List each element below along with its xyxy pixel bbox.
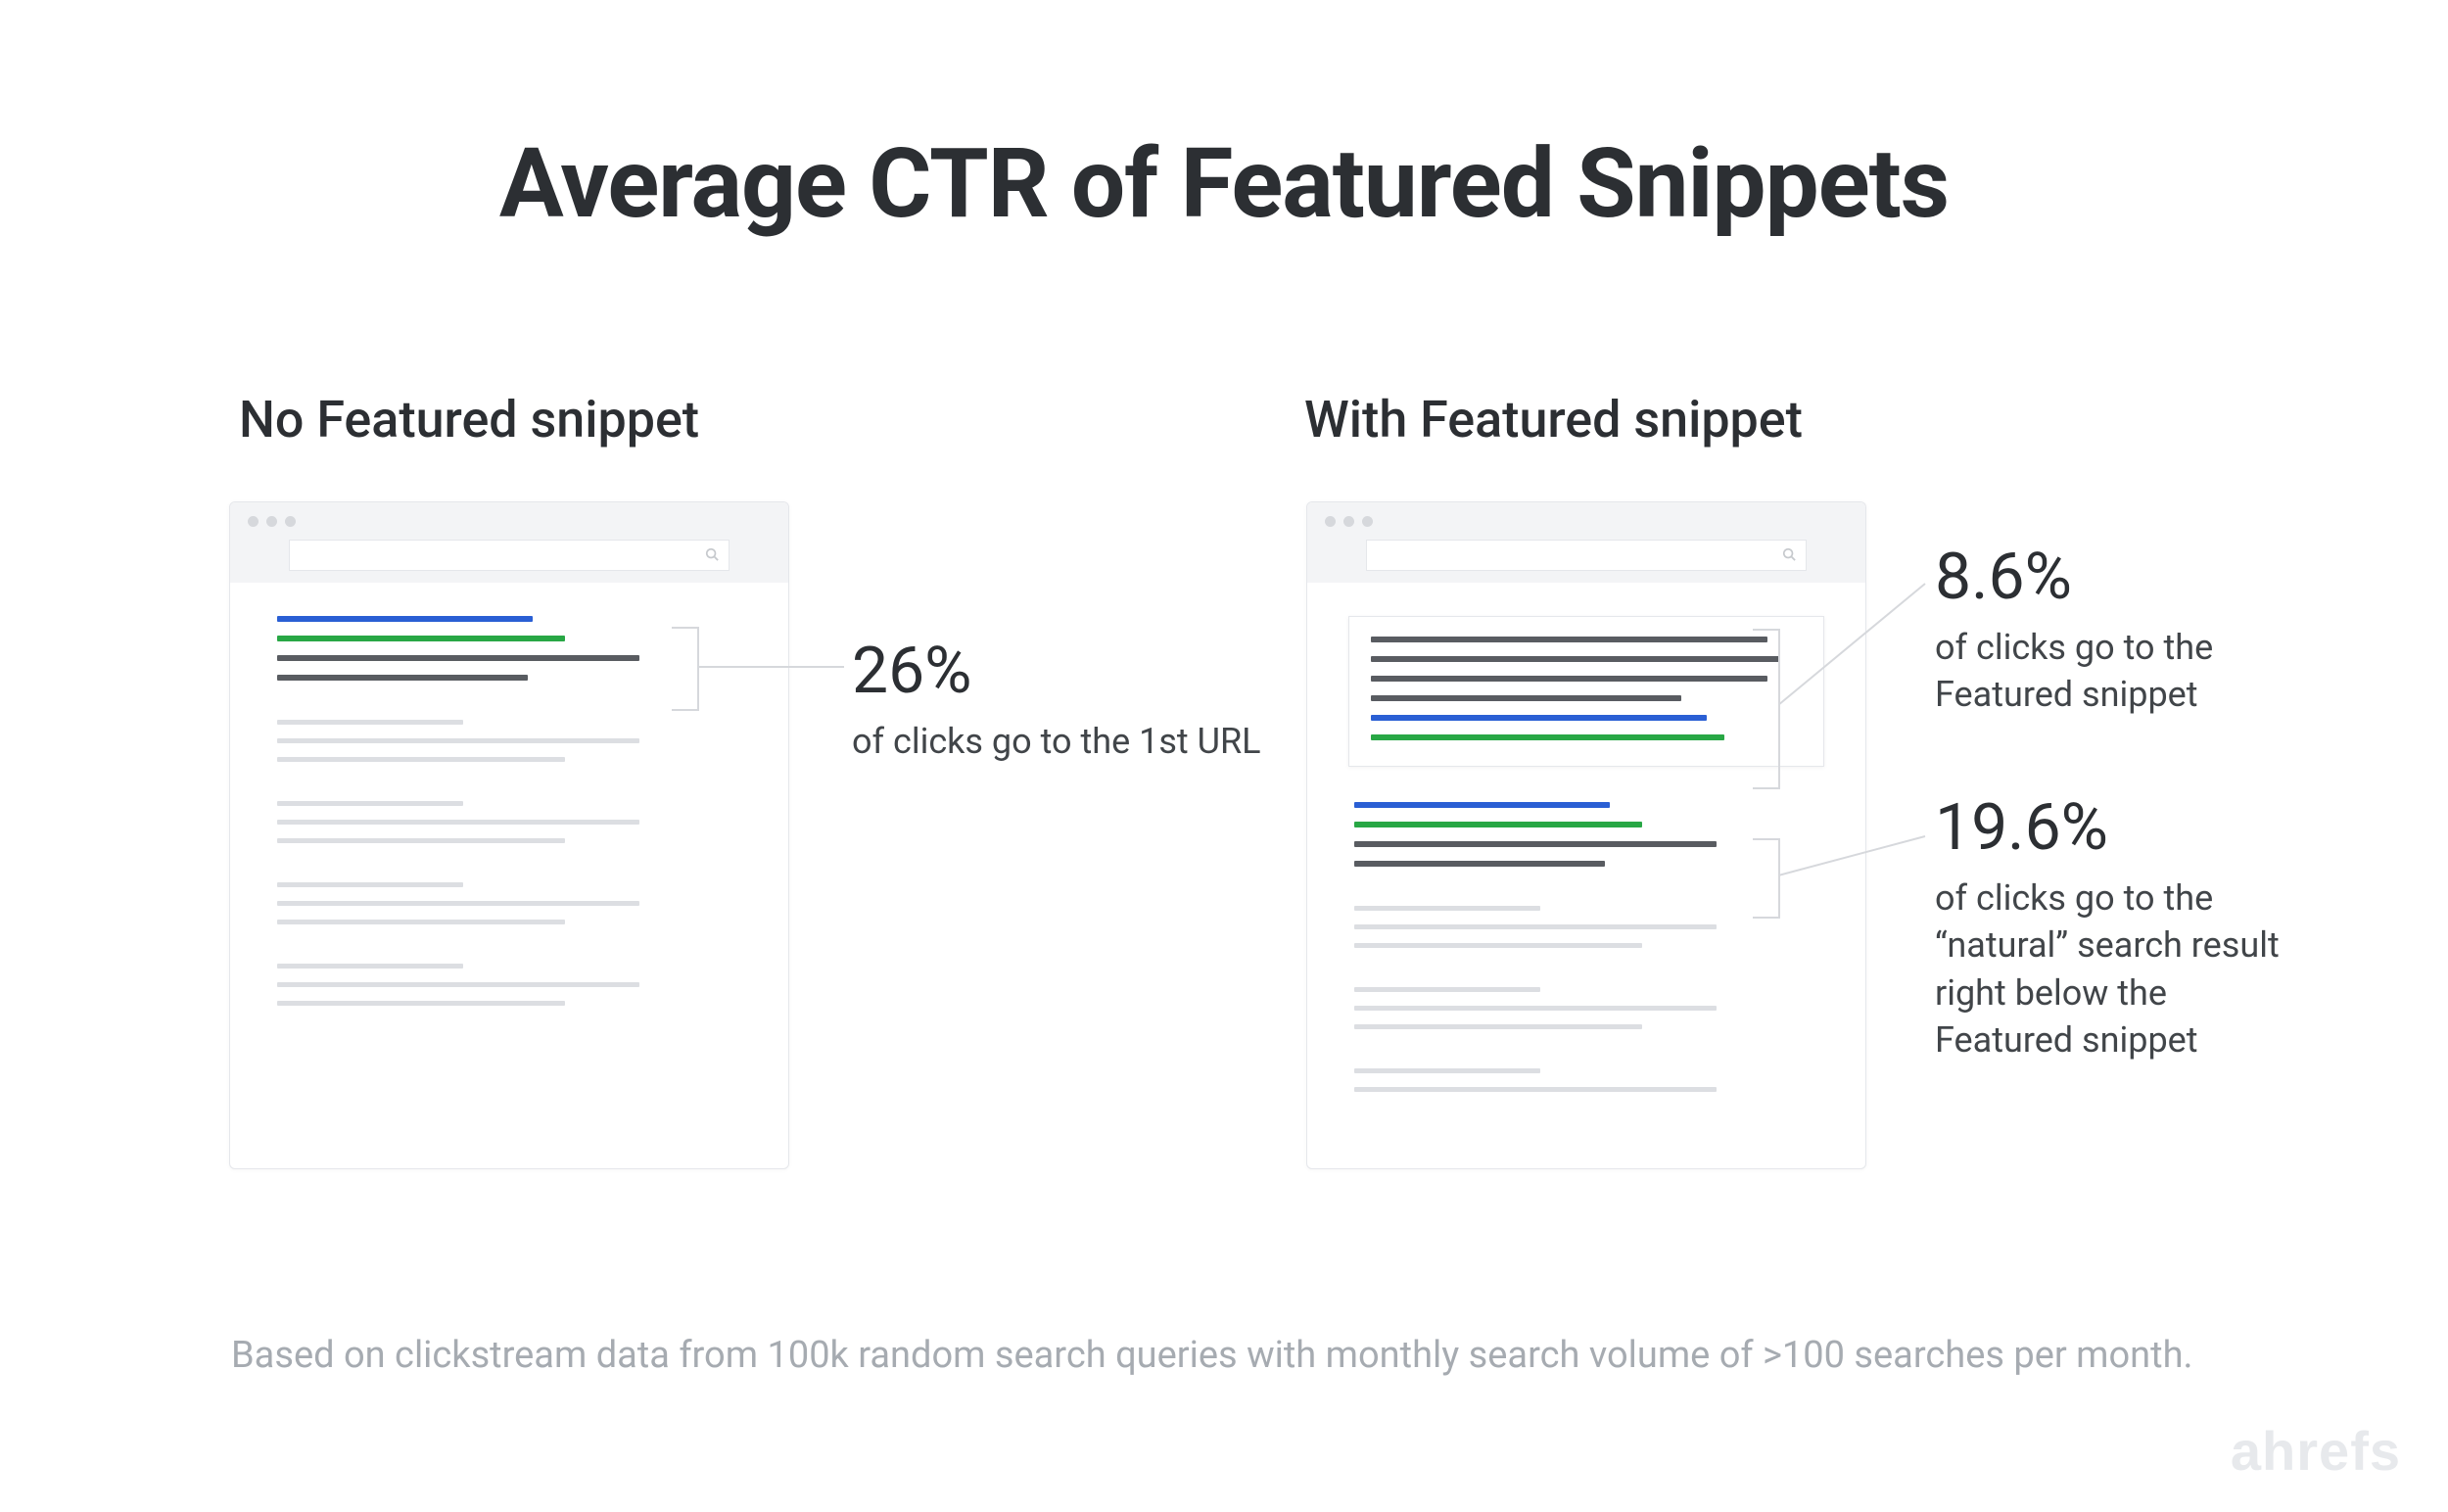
serp-line <box>277 882 463 887</box>
serp-result <box>277 882 741 924</box>
serp-line <box>1354 924 1717 929</box>
callout-value: 8.6% <box>1935 543 2307 614</box>
serp-result-natural-first <box>1354 802 1818 867</box>
snippet-text-line <box>1371 695 1681 701</box>
callout-value: 19.6% <box>1935 793 2307 865</box>
brand-logo: ahrefs <box>2231 1419 2401 1483</box>
search-icon <box>705 547 719 561</box>
serp-desc-line <box>277 675 528 681</box>
serp-desc-line <box>1354 841 1717 847</box>
serp-result <box>277 720 741 762</box>
window-controls <box>248 516 296 527</box>
serp-desc-line <box>277 655 639 661</box>
serp-desc-line <box>1354 861 1605 867</box>
callout-no-snippet-first: 26% of clicks go to the 1st URL <box>852 637 1263 765</box>
search-icon <box>1782 547 1796 561</box>
snippet-text-line <box>1371 676 1767 682</box>
serp-result <box>1354 1068 1818 1092</box>
serp-line <box>277 1001 565 1006</box>
serp-result <box>1354 906 1818 948</box>
serp-line <box>1354 906 1540 911</box>
callout-bracket <box>1753 838 1780 919</box>
callout-bracket <box>672 627 699 711</box>
serp-line <box>277 720 463 725</box>
page-title: Average CTR of Featured Snippets <box>0 127 2448 240</box>
serp-title-line <box>277 616 533 622</box>
callout-featured-snippet: 8.6% of clicks go to the Featured snippe… <box>1935 543 2307 719</box>
callout-connector-diagonal <box>1778 832 1935 891</box>
serp-line <box>277 982 639 987</box>
snippet-title-line <box>1371 715 1707 721</box>
callout-value: 26% <box>852 637 1263 708</box>
serp-line <box>277 738 639 743</box>
serp-line <box>1354 1068 1540 1073</box>
serp-title-line <box>1354 802 1610 808</box>
serp-url-line <box>277 636 565 641</box>
serp-line <box>1354 1087 1717 1092</box>
callout-desc: of clicks go to the 1st URL <box>852 718 1263 766</box>
serp-line <box>1354 1006 1717 1011</box>
window-controls <box>1325 516 1373 527</box>
browser-chrome <box>230 502 788 583</box>
search-bar <box>289 540 730 571</box>
callout-natural-result: 19.6% of clicks go to the “natural” sear… <box>1935 793 2307 1064</box>
infographic-canvas: Average CTR of Featured Snippets No Feat… <box>0 0 2448 1512</box>
window-dot-icon <box>285 516 296 527</box>
serp-result <box>1354 987 1818 1029</box>
window-dot-icon <box>1325 516 1336 527</box>
window-dot-icon <box>248 516 259 527</box>
snippet-text-line <box>1371 637 1767 642</box>
serp-line <box>277 820 639 825</box>
callout-desc: of clicks go to the Featured snippet <box>1935 624 2307 719</box>
browser-mock-no-snippet <box>229 501 789 1169</box>
callout-connector <box>697 666 844 668</box>
window-dot-icon <box>1362 516 1373 527</box>
serp-line <box>277 801 463 806</box>
serp-url-line <box>1354 822 1642 827</box>
section-label-with-snippet: With Featured snippet <box>1304 390 1803 449</box>
serp-line <box>277 901 639 906</box>
section-label-no-snippet: No Featured snippet <box>239 390 699 449</box>
browser-chrome <box>1307 502 1865 583</box>
serp-result <box>277 801 741 843</box>
serp-line <box>1354 987 1540 992</box>
snippet-url-line <box>1371 734 1724 740</box>
serp-line <box>277 920 565 924</box>
footnote: Based on clickstream data from 100k rand… <box>231 1334 2193 1377</box>
serp-line <box>277 964 463 969</box>
serp-line <box>1354 943 1642 948</box>
serp-line <box>1354 1024 1642 1029</box>
window-dot-icon <box>266 516 277 527</box>
serp-results-area <box>230 583 788 1168</box>
callout-bracket <box>1753 629 1780 789</box>
window-dot-icon <box>1343 516 1354 527</box>
serp-result <box>277 964 741 1006</box>
callout-connector-diagonal <box>1778 578 1935 715</box>
search-bar <box>1366 540 1807 571</box>
callout-desc: of clicks go to the “natural” search res… <box>1935 874 2307 1064</box>
serp-line <box>277 757 565 762</box>
snippet-text-line <box>1371 656 1780 662</box>
serp-line <box>277 838 565 843</box>
